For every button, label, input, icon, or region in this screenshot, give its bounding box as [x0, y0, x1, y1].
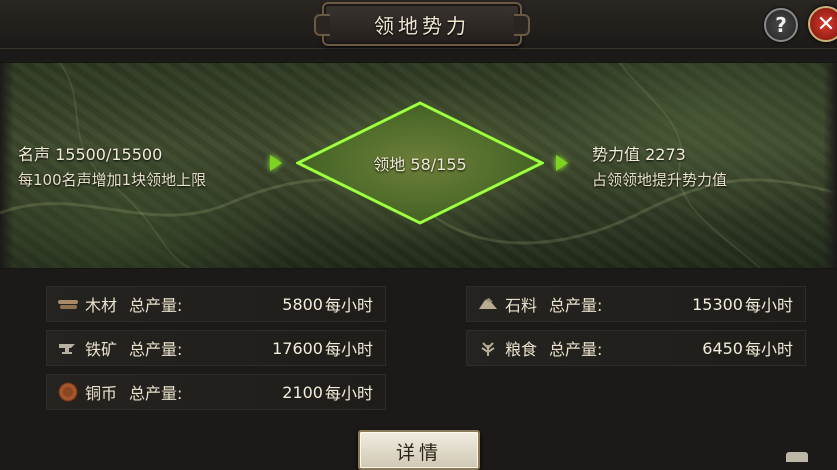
- resource-total-label: 总产量:: [129, 340, 183, 359]
- title-plate: 领地势力: [314, 2, 530, 46]
- fame-info: 名声 15500/15500 每100名声增加1块领地上限: [18, 141, 206, 190]
- copper-coin-icon: [57, 381, 79, 403]
- resource-value: 6450: [702, 338, 743, 358]
- resource-unit: 每小时: [324, 384, 373, 403]
- grain-icon: [477, 337, 499, 359]
- resource-unit: 每小时: [324, 296, 373, 315]
- help-button[interactable]: ?: [764, 8, 798, 42]
- resource-value: 2100: [282, 382, 323, 402]
- resource-value: 5800: [282, 294, 323, 314]
- power-info: 势力值 2273 占领领地提升势力值: [592, 141, 727, 190]
- resource-name: 石料: [505, 296, 538, 315]
- resource-row-wood: 木材 总产量: 5800 每小时: [46, 286, 386, 322]
- resource-total-label: 总产量:: [129, 384, 183, 403]
- close-icon: ✕: [816, 11, 836, 37]
- resource-name: 铜币: [85, 384, 118, 403]
- resource-name: 粮食: [505, 340, 538, 359]
- resource-name: 铁矿: [85, 340, 118, 359]
- fame-description: 每100名声增加1块领地上限: [18, 171, 207, 189]
- details-button-label: 详情: [395, 442, 442, 464]
- resource-row-iron: 铁矿 总产量: 17600 每小时: [46, 330, 386, 366]
- close-button[interactable]: ✕: [808, 6, 837, 42]
- resource-row-stone: 石料 总产量: 15300 每小时: [466, 286, 806, 322]
- resource-total-label: 总产量:: [549, 340, 603, 359]
- corner-tab: [786, 452, 808, 462]
- arrow-right-icon: [270, 155, 282, 171]
- wood-icon: [57, 293, 79, 315]
- fame-value: 名声 15500/15500: [18, 145, 163, 164]
- power-value: 势力值 2273: [592, 145, 686, 164]
- resource-unit: 每小时: [324, 340, 373, 359]
- territory-map-banner: 名声 15500/15500 每100名声增加1块领地上限 领地 58/155 …: [0, 62, 837, 269]
- resource-row-copper: 铜币 总产量: 2100 每小时: [46, 374, 386, 410]
- resource-total-label: 总产量:: [549, 296, 603, 315]
- details-button[interactable]: 详情: [358, 430, 480, 470]
- page-title: 领地势力: [374, 13, 470, 38]
- title-bar: 领地势力 ? ✕: [0, 0, 837, 49]
- iron-icon: [57, 337, 79, 359]
- territory-count: 领地 58/155: [373, 155, 467, 174]
- resource-row-grain: 粮食 总产量: 6450 每小时: [466, 330, 806, 366]
- arrow-right-icon: [556, 155, 568, 171]
- resource-name: 木材: [85, 296, 118, 315]
- help-icon: ?: [775, 13, 787, 37]
- resource-value: 17600: [272, 338, 323, 358]
- resource-value: 15300: [692, 294, 743, 314]
- resource-unit: 每小时: [744, 340, 793, 359]
- stone-icon: [477, 293, 499, 315]
- resource-total-label: 总产量:: [129, 296, 183, 315]
- power-description: 占领领地提升势力值: [592, 171, 728, 189]
- resource-unit: 每小时: [744, 296, 793, 315]
